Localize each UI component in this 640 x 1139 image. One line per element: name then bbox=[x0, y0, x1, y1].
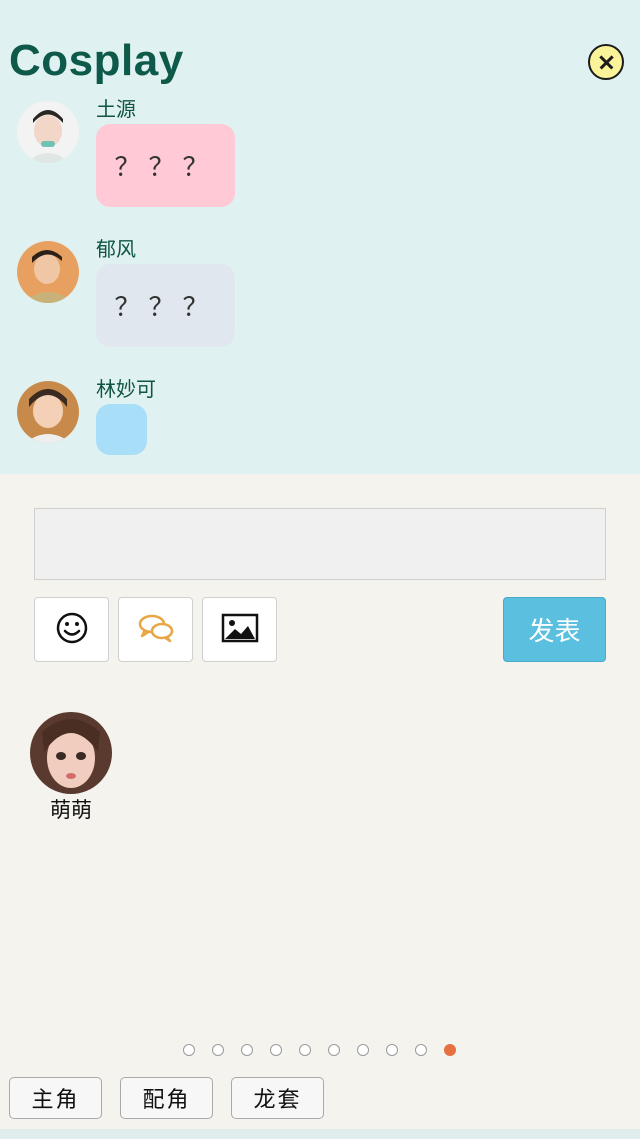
page-dot[interactable] bbox=[357, 1044, 369, 1056]
sender-name: 土源 bbox=[96, 97, 136, 121]
chat-message: 林妙可 bbox=[0, 377, 640, 521]
avatar[interactable] bbox=[30, 712, 112, 794]
chat-message: 土源 ？？？ bbox=[0, 97, 640, 241]
page-dot-active[interactable] bbox=[444, 1044, 456, 1056]
page-dot[interactable] bbox=[241, 1044, 253, 1056]
page-dot[interactable] bbox=[299, 1044, 311, 1056]
avatar[interactable] bbox=[17, 381, 79, 443]
sender-name: 林妙可 bbox=[96, 377, 156, 401]
emoji-button[interactable] bbox=[34, 597, 109, 662]
role-button-lead[interactable]: 主角 bbox=[9, 1077, 102, 1119]
image-button[interactable] bbox=[202, 597, 277, 662]
page-dot[interactable] bbox=[270, 1044, 282, 1056]
page-dot[interactable] bbox=[212, 1044, 224, 1056]
quick-reply-button[interactable] bbox=[118, 597, 193, 662]
chat-message: 郁风 ？？？ bbox=[0, 237, 640, 381]
image-icon bbox=[221, 613, 259, 647]
page-dot[interactable] bbox=[386, 1044, 398, 1056]
chat-bubbles-icon bbox=[137, 613, 175, 647]
sender-name: 郁风 bbox=[96, 237, 136, 261]
page-title: Cosplay bbox=[9, 36, 184, 85]
send-button[interactable]: 发表 bbox=[503, 597, 606, 662]
message-bubble[interactable] bbox=[96, 404, 147, 455]
message-bubble[interactable]: ？？？ bbox=[96, 124, 235, 207]
role-button-supporting[interactable]: 配角 bbox=[120, 1077, 213, 1119]
user-name: 萌萌 bbox=[50, 798, 92, 822]
role-button-extra[interactable]: 龙套 bbox=[231, 1077, 324, 1119]
close-icon[interactable] bbox=[588, 44, 624, 80]
smiley-icon bbox=[55, 611, 89, 649]
message-bubble[interactable]: ？？？ bbox=[96, 264, 235, 347]
page-dot[interactable] bbox=[183, 1044, 195, 1056]
chat-area: Cosplay 土源 ？？？ 郁风 ？？？ 林妙可 bbox=[0, 0, 640, 474]
page-dot[interactable] bbox=[415, 1044, 427, 1056]
message-input[interactable] bbox=[34, 508, 606, 580]
avatar[interactable] bbox=[17, 101, 79, 163]
bottom-bar bbox=[0, 1129, 640, 1139]
avatar[interactable] bbox=[17, 241, 79, 303]
page-indicator bbox=[183, 1044, 456, 1058]
page-dot[interactable] bbox=[328, 1044, 340, 1056]
